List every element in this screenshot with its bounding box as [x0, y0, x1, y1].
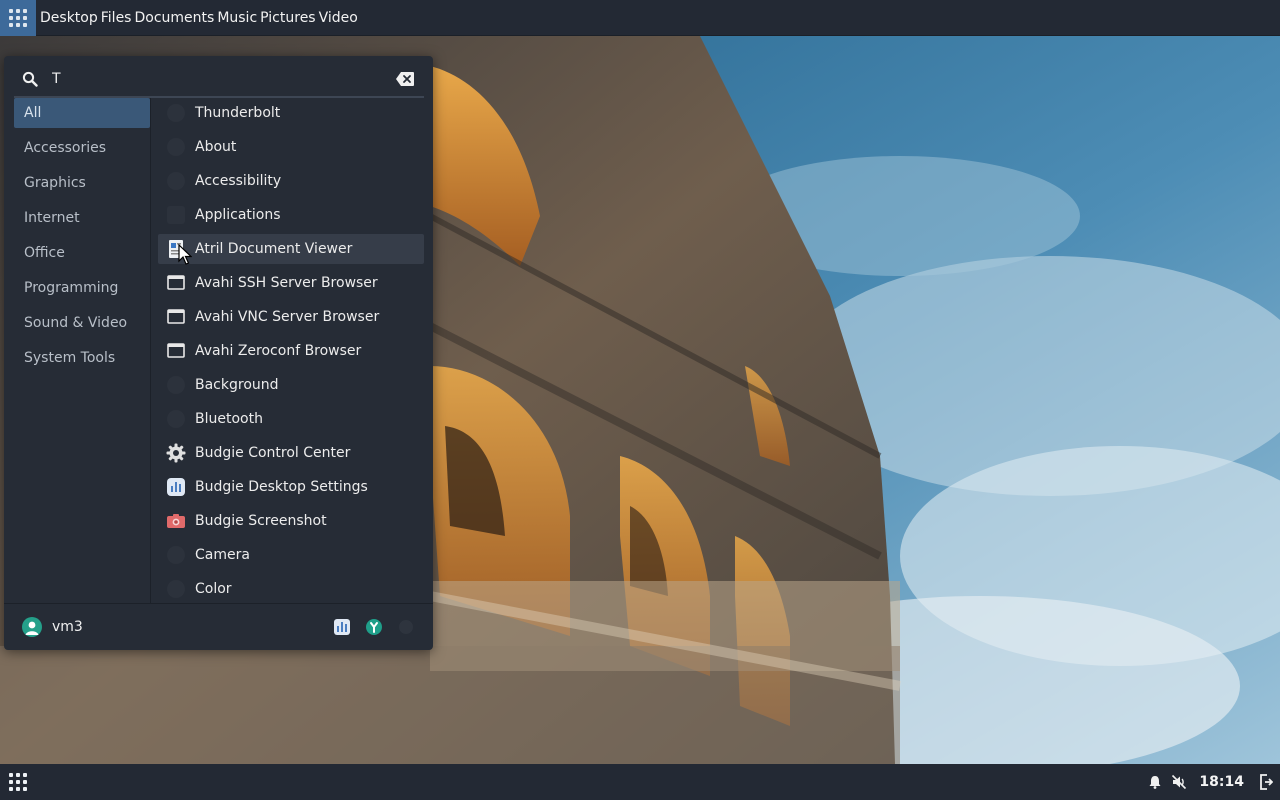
place-music[interactable]: Music [217, 10, 260, 26]
app-label: Budgie Control Center [195, 445, 351, 461]
app-item-about[interactable]: About [158, 132, 424, 162]
bluetooth-icon [166, 409, 186, 429]
place-desktop[interactable]: Desktop [40, 10, 101, 26]
app-label: Background [195, 377, 279, 393]
search-bar [14, 62, 424, 98]
desktop-settings-button[interactable] [333, 618, 351, 636]
desktop-settings-icon [166, 477, 186, 497]
camera-icon [166, 545, 186, 565]
app-grid-launcher-button[interactable] [0, 764, 36, 800]
app-grid-icon [9, 773, 27, 791]
app-item-avahi-vnc-server-browser[interactable]: Avahi VNC Server Browser [158, 302, 424, 332]
accessibility-icon [166, 171, 186, 191]
user-avatar-icon[interactable] [22, 617, 42, 637]
place-files[interactable]: Files [101, 10, 135, 26]
app-item-bluetooth[interactable]: Bluetooth [158, 404, 424, 434]
user-name[interactable]: vm3 [52, 619, 83, 635]
power-button[interactable] [397, 618, 415, 636]
background-icon [166, 375, 186, 395]
places-menu: Desktop Files Documents Music Pictures V… [40, 10, 361, 26]
color-icon [166, 579, 186, 599]
app-item-avahi-zeroconf-browser[interactable]: Avahi Zeroconf Browser [158, 336, 424, 366]
app-item-budgie-screenshot[interactable]: Budgie Screenshot [158, 506, 424, 536]
footer-actions [333, 618, 415, 636]
place-documents[interactable]: Documents [134, 10, 217, 26]
app-label: Applications [195, 207, 281, 223]
category-office[interactable]: Office [14, 238, 150, 268]
app-label: Bluetooth [195, 411, 263, 427]
app-label: Avahi SSH Server Browser [195, 275, 378, 291]
place-video[interactable]: Video [319, 10, 361, 26]
app-item-atril-document-viewer[interactable]: Atril Document Viewer [158, 234, 424, 264]
category-internet[interactable]: Internet [14, 203, 150, 233]
category-sound-video[interactable]: Sound & Video [14, 308, 150, 338]
app-item-applications[interactable]: Applications [158, 200, 424, 230]
app-item-accessibility[interactable]: Accessibility [158, 166, 424, 196]
app-label: Atril Document Viewer [195, 241, 353, 257]
network-browser-icon [166, 307, 186, 327]
search-input[interactable] [52, 64, 396, 94]
app-item-budgie-control-center[interactable]: Budgie Control Center [158, 438, 424, 468]
app-label: Avahi Zeroconf Browser [195, 343, 362, 359]
app-grid-icon [9, 8, 27, 27]
app-label: Color [195, 581, 232, 597]
app-item-budgie-desktop-settings[interactable]: Budgie Desktop Settings [158, 472, 424, 502]
control-center-button[interactable] [365, 618, 383, 636]
camera-screenshot-icon [166, 511, 186, 531]
category-accessories[interactable]: Accessories [14, 133, 150, 163]
muted-speaker-icon[interactable] [1171, 774, 1187, 790]
system-tray: 18:14 [1147, 774, 1280, 790]
logout-icon[interactable] [1258, 774, 1274, 790]
app-label: Accessibility [195, 173, 282, 189]
category-graphics[interactable]: Graphics [14, 168, 150, 198]
thunderbolt-icon [166, 103, 186, 123]
clock[interactable]: 18:14 [1199, 774, 1244, 790]
app-label: Budgie Desktop Settings [195, 479, 368, 495]
app-label: Camera [195, 547, 250, 563]
notification-bell-icon[interactable] [1147, 774, 1163, 790]
place-pictures[interactable]: Pictures [260, 10, 318, 26]
document-viewer-icon [166, 239, 186, 259]
clear-search-icon[interactable] [396, 72, 416, 86]
network-browser-icon [166, 341, 186, 361]
network-browser-icon [166, 273, 186, 293]
about-icon [166, 137, 186, 157]
search-icon [22, 71, 40, 87]
app-label: Avahi VNC Server Browser [195, 309, 380, 325]
app-label: Thunderbolt [195, 105, 281, 121]
app-item-avahi-ssh-server-browser[interactable]: Avahi SSH Server Browser [158, 268, 424, 298]
app-item-color[interactable]: Color [158, 574, 424, 603]
top-panel: Desktop Files Documents Music Pictures V… [0, 0, 1280, 36]
app-item-thunderbolt[interactable]: Thunderbolt [158, 98, 424, 128]
category-list: All Accessories Graphics Internet Office… [14, 98, 151, 603]
app-item-camera[interactable]: Camera [158, 540, 424, 570]
applications-icon [166, 205, 186, 225]
app-label: About [195, 139, 237, 155]
app-label: Budgie Screenshot [195, 513, 327, 529]
category-programming[interactable]: Programming [14, 273, 150, 303]
category-all[interactable]: All [14, 98, 150, 128]
category-system-tools[interactable]: System Tools [14, 343, 150, 373]
app-menu-popover: All Accessories Graphics Internet Office… [4, 56, 433, 650]
gear-icon [166, 443, 186, 463]
bottom-panel: 18:14 [0, 764, 1280, 800]
app-item-background[interactable]: Background [158, 370, 424, 400]
app-menu-launcher-button[interactable] [0, 0, 36, 36]
menu-footer: vm3 [4, 603, 433, 650]
app-list: Thunderbolt About Accessibility Applicat… [158, 98, 424, 603]
